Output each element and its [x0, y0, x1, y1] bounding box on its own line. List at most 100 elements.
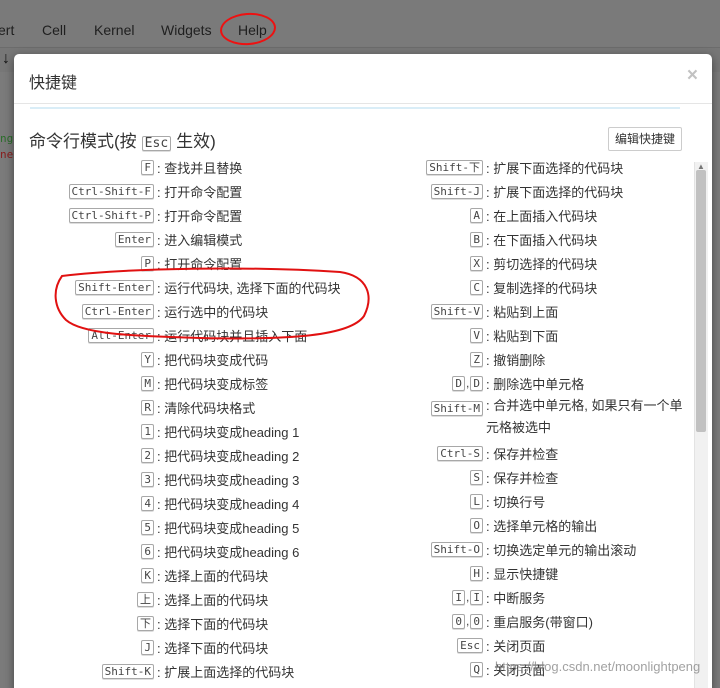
shortcut-key: I [452, 590, 466, 605]
shortcut-key: Shift-Enter [75, 280, 154, 295]
shortcut-key: 2 [141, 448, 154, 463]
shortcut-keys: L [344, 492, 486, 510]
modal-title: 快捷键 [29, 75, 78, 92]
shortcut-keys: C [344, 278, 486, 296]
shortcut-key: P [141, 256, 154, 271]
shortcut-keys: X [344, 254, 486, 272]
shortcut-row: 上选择上面的代码块 [14, 587, 344, 611]
shortcut-description: 把代码块变成标签 [157, 374, 268, 393]
shortcut-description: 把代码块变成heading 3 [157, 470, 299, 489]
shortcut-keys: 1 [14, 422, 157, 440]
notebook-menubar: ert Cell Kernel Widgets Help [0, 0, 720, 48]
key-separator: , [466, 590, 470, 604]
shortcut-description: 进入编辑模式 [157, 230, 242, 249]
shortcut-description: 把代码块变成heading 1 [157, 422, 299, 441]
shortcut-key: Alt-Enter [88, 328, 154, 343]
shortcut-keys: 下 [14, 614, 157, 632]
shortcut-keys: Shift-J [344, 182, 486, 200]
code-fragment: ng [0, 132, 14, 145]
shortcut-description: 清除代码块格式 [157, 398, 255, 417]
edit-shortcuts-button[interactable]: 编辑快捷键 [608, 127, 683, 151]
scrollbar-thumb[interactable] [696, 170, 706, 432]
shortcut-keys: Shift-Enter [14, 278, 157, 296]
shortcut-description: 选择上面的代码块 [157, 590, 268, 609]
shortcut-description: 在下面插入代码块 [486, 230, 597, 249]
shortcut-row: J选择下面的代码块 [14, 635, 344, 659]
shortcut-key: V [470, 328, 483, 343]
shortcut-row: A在上面插入代码块 [344, 203, 699, 227]
shortcut-key: H [470, 566, 483, 581]
shortcut-description: 切换选定单元的输出滚动 [486, 540, 636, 559]
shortcut-row: Shift-下扩展下面选择的代码块 [344, 155, 699, 179]
section-title-text: 命令行模式(按 [29, 132, 137, 151]
menu-cell[interactable]: Cell [42, 22, 66, 38]
shortcut-keys: 2 [14, 446, 157, 464]
shortcut-keys: Ctrl-Enter [14, 302, 157, 320]
shortcut-description: 扩展下面选择的代码块 [486, 158, 623, 177]
shortcuts-right-column: Shift-下扩展下面选择的代码块Shift-J扩展下面选择的代码块A在上面插入… [344, 155, 699, 681]
menu-kernel[interactable]: Kernel [94, 22, 134, 38]
shortcut-key: I [470, 590, 483, 605]
shortcut-key: Ctrl-Shift-F [68, 184, 154, 199]
shortcut-row: Alt-Enter运行代码块并且插入下面 [14, 323, 344, 347]
shortcut-description: 扩展下面选择的代码块 [486, 182, 623, 201]
key-separator: , [466, 376, 470, 390]
download-arrow-icon[interactable]: ↓ [2, 50, 10, 68]
shortcut-row: Ctrl-Enter运行选中的代码块 [14, 299, 344, 323]
shortcut-row: Shift-V粘贴到上面 [344, 299, 699, 323]
shortcut-keys: Ctrl-Shift-F [14, 182, 157, 200]
shortcut-row: 下选择下面的代码块 [14, 611, 344, 635]
shortcut-row: 0,0重启服务(带窗口) [344, 609, 699, 633]
shortcut-row: Z撤销删除 [344, 347, 699, 371]
shortcut-description: 复制选择的代码块 [486, 278, 597, 297]
shortcut-key: 1 [141, 424, 154, 439]
shortcut-keys: S [344, 468, 486, 486]
section-title: 命令行模式(按 Esc 生效) [29, 127, 216, 152]
shortcut-row: V粘贴到下面 [344, 323, 699, 347]
shortcut-keys: 上 [14, 590, 157, 608]
shortcut-description: 删除选中单元格 [486, 374, 584, 393]
shortcut-key: Q [470, 662, 483, 677]
shortcut-key: R [141, 400, 154, 415]
shortcut-row: Y把代码块变成代码 [14, 347, 344, 371]
shortcut-keys: F [14, 158, 157, 176]
help-annotation-circle [218, 11, 278, 47]
shortcut-description: 运行代码块, 选择下面的代码块 [157, 278, 340, 297]
shortcut-row: Shift-K扩展上面选择的代码块 [14, 659, 344, 683]
shortcut-key: Shift-V [430, 304, 483, 319]
shortcut-key: J [141, 640, 154, 655]
shortcut-row: Shift-J扩展下面选择的代码块 [344, 179, 699, 203]
shortcut-keys: B [344, 230, 486, 248]
shortcut-description: 选择下面的代码块 [157, 614, 268, 633]
shortcut-row: 3把代码块变成heading 3 [14, 467, 344, 491]
shortcut-row: 2把代码块变成heading 2 [14, 443, 344, 467]
shortcut-row: B在下面插入代码块 [344, 227, 699, 251]
menu-edit[interactable]: ert [0, 22, 14, 38]
shortcut-description: 粘贴到上面 [486, 302, 558, 321]
shortcut-row: I,I中断服务 [344, 585, 699, 609]
shortcut-description: 打开命令配置 [157, 254, 242, 273]
shortcut-key: Shift-K [101, 664, 154, 679]
shortcut-key: 上 [137, 592, 154, 607]
shortcut-key: 5 [141, 520, 154, 535]
shortcut-description: 扩展上面选择的代码块 [157, 662, 294, 681]
shortcut-key: B [470, 232, 483, 247]
shortcut-key: Ctrl-Enter [81, 304, 154, 319]
shortcut-row: D,D删除选中单元格 [344, 371, 699, 395]
shortcut-key: Esc [457, 638, 483, 653]
shortcut-description: 在上面插入代码块 [486, 206, 597, 225]
menu-widgets[interactable]: Widgets [161, 22, 212, 38]
shortcut-description: 查找并且替换 [157, 158, 242, 177]
shortcut-keys: V [344, 326, 486, 344]
close-icon[interactable]: × [687, 66, 698, 85]
shortcut-row: Shift-M合并选中单元格, 如果只有一个单元格被选中 [344, 395, 699, 441]
shortcut-keys: Shift-M [344, 399, 486, 417]
shortcut-key: K [141, 568, 154, 583]
shortcut-key: Enter [114, 232, 154, 247]
shortcut-keys: D,D [344, 374, 486, 392]
shortcut-keys: R [14, 398, 157, 416]
shortcut-description: 撤销删除 [486, 350, 545, 369]
shortcut-description: 剪切选择的代码块 [486, 254, 597, 273]
shortcut-key: Shift-J [430, 184, 483, 199]
shortcut-key: Shift-M [430, 401, 483, 416]
